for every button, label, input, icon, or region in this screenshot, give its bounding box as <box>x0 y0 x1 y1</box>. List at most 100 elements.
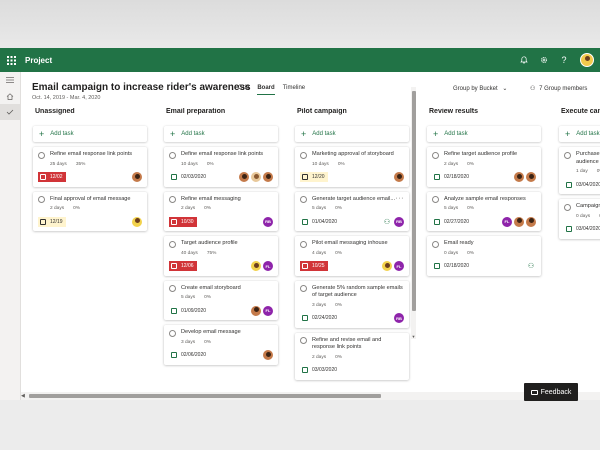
task-card[interactable]: Analyze sample email responses 5 days 0% 02… <box>427 191 541 231</box>
complete-task-checkbox[interactable] <box>169 151 176 159</box>
complete-task-checkbox[interactable] <box>300 151 307 159</box>
assignee-avatar[interactable] <box>382 261 392 271</box>
complete-task-checkbox[interactable] <box>169 329 176 337</box>
assignee-avatar[interactable] <box>263 172 273 182</box>
board-scrollbar[interactable]: ◀ <box>21 392 600 400</box>
assignee-initials[interactable]: FL <box>394 261 404 271</box>
assignee-avatar[interactable] <box>251 305 261 316</box>
add-task-button[interactable]: + Add task <box>559 126 600 142</box>
task-card[interactable]: Define email response link points 10 days… <box>164 147 278 187</box>
task-meta: 40 days 75% <box>181 251 273 256</box>
assignee-initials[interactable]: FL <box>263 305 273 316</box>
group-by-dropdown[interactable]: Group by Bucket ⌄ <box>453 85 507 92</box>
task-duration: 4 days <box>312 250 327 256</box>
view-board-tab[interactable]: Board <box>257 85 275 95</box>
task-card[interactable]: Purchase email list for target audience 1… <box>559 147 600 194</box>
assignee-avatar[interactable] <box>239 172 249 182</box>
view-grid-tab[interactable]: Grid <box>238 85 249 95</box>
assignee-initials[interactable]: FL <box>263 261 273 271</box>
assignee-avatar[interactable] <box>394 172 404 182</box>
add-task-button[interactable]: + Add task <box>427 126 541 142</box>
task-card[interactable]: Pilot email messaging inhouse 4 days 0% 10/… <box>295 236 409 276</box>
add-task-button[interactable]: + Add task <box>164 126 278 142</box>
task-footer: 12/06 FL <box>169 261 273 272</box>
complete-task-checkbox[interactable] <box>300 196 307 203</box>
task-title: Refine target audience profile <box>444 151 518 157</box>
bell-icon[interactable] <box>514 48 534 72</box>
assignee-avatar[interactable] <box>514 216 524 227</box>
task-card[interactable]: Refine email response link points 25 days… <box>33 147 147 187</box>
help-icon[interactable]: ? <box>554 48 574 72</box>
scroll-down-icon[interactable]: ▼ <box>411 334 416 339</box>
hamburger-icon[interactable] <box>0 72 20 88</box>
assign-person-icon[interactable]: ⚇ <box>526 261 536 271</box>
assignee-avatar[interactable] <box>251 172 261 182</box>
task-card[interactable]: Refine email messaging 2 days 0% 10/30 RB <box>164 191 278 231</box>
group-members-button[interactable]: ⚇ 7 Group members <box>530 85 587 92</box>
due-date-badge: 12/20 <box>300 172 328 182</box>
complete-task-checkbox[interactable] <box>169 240 176 248</box>
task-percent-complete: 0% <box>204 295 212 300</box>
due-date: 12/20 <box>312 174 325 180</box>
view-timeline-tab[interactable]: Timeline <box>283 85 305 95</box>
complete-task-checkbox[interactable] <box>300 337 307 344</box>
task-card[interactable]: Campaign email 0 days0% 03/04/2020 <box>559 199 600 239</box>
task-duration: 2 days <box>444 161 459 167</box>
complete-task-checkbox[interactable] <box>564 151 571 159</box>
assignee-initials[interactable]: RB <box>394 313 404 323</box>
task-percent-complete: 0% <box>467 206 475 211</box>
due-date: 02/27/2020 <box>444 218 470 225</box>
assignee-initials[interactable]: RB <box>263 216 273 227</box>
task-card[interactable]: Marketing approval of storyboard 10 days 0… <box>295 147 409 187</box>
scrollbar-thumb[interactable] <box>411 91 416 311</box>
assignee-avatar[interactable] <box>263 350 273 360</box>
task-card[interactable]: Final approval of email message 2 days 0% 1… <box>33 191 147 231</box>
task-card[interactable]: Create email storyboard 5 days 0% 01/09/202… <box>164 280 278 320</box>
assignee-avatar[interactable] <box>251 261 261 271</box>
due-date: 03/04/2020 <box>576 181 600 188</box>
bucket-title: Execute campaign <box>561 108 600 115</box>
task-card[interactable]: Refine and revise email and response lin… <box>295 332 409 380</box>
assignee-avatar[interactable] <box>514 172 524 182</box>
complete-task-checkbox[interactable] <box>169 196 176 203</box>
task-card[interactable]: Email ready 0 days 0% 02/18/2020 ⚇ <box>427 236 541 276</box>
scrollbar-thumb[interactable] <box>29 394 381 398</box>
complete-task-checkbox[interactable] <box>432 151 439 159</box>
scroll-left-icon[interactable]: ◀ <box>21 392 25 400</box>
more-options-icon[interactable]: ··· <box>396 195 405 202</box>
feedback-button[interactable]: Feedback <box>524 383 578 401</box>
task-duration: 10 days <box>181 161 198 167</box>
assignee-avatar[interactable] <box>132 216 142 227</box>
app-name[interactable]: Project <box>25 56 52 65</box>
home-icon[interactable] <box>0 88 20 104</box>
calendar-icon <box>171 307 177 314</box>
complete-task-checkbox[interactable] <box>432 240 439 248</box>
complete-task-checkbox[interactable] <box>432 196 439 203</box>
task-card[interactable]: Generate target audience email... ··· 5 da… <box>295 191 409 231</box>
column-scrollbar[interactable]: ▼ <box>411 87 416 339</box>
check-icon[interactable] <box>0 104 20 120</box>
assignee-avatar[interactable] <box>526 216 536 227</box>
task-meta: 2 days 0% <box>50 206 142 211</box>
assignee-avatar[interactable] <box>132 172 142 182</box>
task-card[interactable]: Target audience profile 40 days 75% 12/06 FL <box>164 236 278 276</box>
avatar[interactable] <box>580 53 594 67</box>
add-task-button[interactable]: + Add task <box>33 126 147 142</box>
assignee-initials[interactable]: RB <box>394 216 404 227</box>
gear-icon[interactable] <box>534 48 554 72</box>
complete-task-checkbox[interactable] <box>300 240 307 248</box>
add-task-button[interactable]: + Add task <box>295 126 409 142</box>
assign-person-icon[interactable]: ⚇ <box>382 217 392 227</box>
complete-task-checkbox[interactable] <box>564 203 571 211</box>
task-duration: 0 days <box>576 213 591 219</box>
assignee-initials[interactable]: FL <box>502 216 512 227</box>
assignee-avatar[interactable] <box>526 172 536 182</box>
task-card[interactable]: Refine target audience profile 2 days 0% 02… <box>427 147 541 187</box>
task-card[interactable]: Develop email message 3 days 0% 02/06/2020 <box>164 325 278 365</box>
complete-task-checkbox[interactable] <box>300 285 307 292</box>
complete-task-checkbox[interactable] <box>38 151 45 159</box>
complete-task-checkbox[interactable] <box>38 196 45 203</box>
app-launcher-icon[interactable] <box>0 48 22 72</box>
task-card[interactable]: Generate 5% random sample emails of targ… <box>295 280 409 328</box>
complete-task-checkbox[interactable] <box>169 285 176 292</box>
